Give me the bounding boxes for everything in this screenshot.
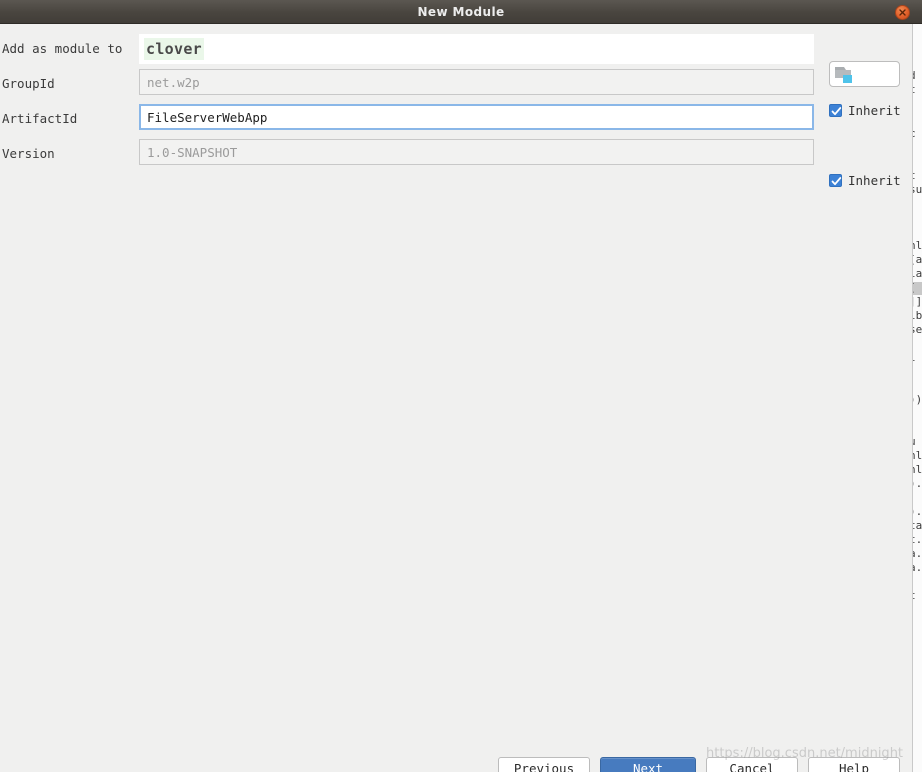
window-title: New Module	[417, 5, 505, 19]
form-row-version: Version	[0, 139, 913, 169]
label-artifactid: ArtifactId	[2, 111, 78, 126]
folder-icon	[835, 66, 861, 88]
help-button[interactable]: Help	[808, 757, 900, 772]
inherit-version-label: Inherit	[848, 172, 901, 188]
new-module-dialog-screen: dtctsunl[ala[]]lbsel))unlnl).).tat.a.a.t…	[0, 0, 922, 772]
parent-module-value: clover	[144, 38, 204, 60]
checkbox-checked-icon	[829, 173, 842, 187]
label-version: Version	[2, 146, 55, 161]
form-row-groupid: GroupId	[0, 69, 913, 99]
form-row-add-as-module-to: Add as module to clover	[0, 34, 913, 64]
next-button[interactable]: Next	[600, 757, 696, 772]
dialog-right-divider	[912, 24, 913, 772]
form-row-artifactid: ArtifactId	[0, 104, 913, 134]
groupid-input[interactable]	[139, 69, 814, 95]
browse-folder-button[interactable]	[829, 61, 900, 87]
label-groupid: GroupId	[2, 76, 55, 91]
dialog-body: Add as module to clover GroupId Artifact…	[0, 24, 913, 772]
version-input[interactable]	[139, 139, 814, 165]
inherit-groupid-checkbox[interactable]: Inherit	[829, 100, 901, 120]
inherit-groupid-label: Inherit	[848, 102, 901, 118]
inherit-version-checkbox[interactable]: Inherit	[829, 170, 901, 190]
close-icon[interactable]	[895, 5, 910, 20]
label-add-as-module-to: Add as module to	[2, 41, 123, 56]
checkbox-checked-icon	[829, 103, 842, 117]
artifactid-input[interactable]	[139, 104, 814, 130]
previous-button[interactable]: Previous	[498, 757, 590, 772]
title-bar[interactable]: New Module	[0, 0, 922, 24]
cancel-button[interactable]: Cancel	[706, 757, 798, 772]
dialog-footer: Previous Next Cancel Help	[0, 733, 913, 772]
parent-module-display[interactable]: clover	[139, 34, 814, 64]
